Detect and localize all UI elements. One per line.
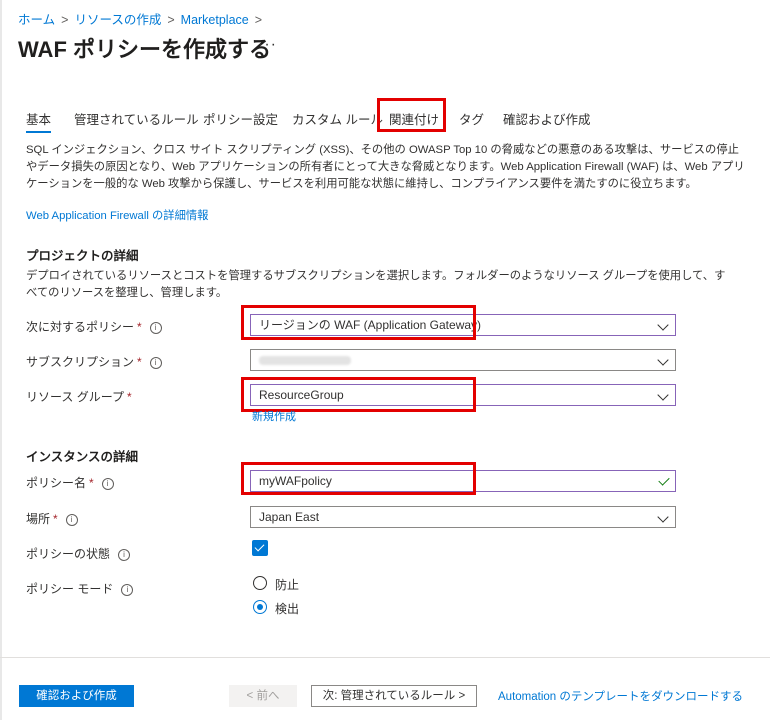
resource-group-label-text: リソース グループ [26,390,125,404]
valid-check-icon [658,474,670,486]
policy-name-label-text: ポリシー名 [26,476,87,490]
breadcrumb-separator: > [61,13,69,27]
required-marker: * [127,390,132,404]
highlight-box-policy-for [241,305,476,340]
left-border [0,0,2,720]
mode-prevention-radio[interactable] [253,576,267,590]
info-icon[interactable]: i [101,478,114,490]
policy-mode-label: ポリシー モード i [26,580,134,597]
info-icon[interactable]: i [149,322,162,334]
info-icon[interactable]: i [149,357,162,369]
tab-basics[interactable]: 基本 [26,109,52,133]
required-marker: * [53,512,58,526]
breadcrumb-marketplace[interactable]: Marketplace [181,13,249,27]
footer-divider [0,657,770,658]
create-new-resource-group-link[interactable]: 新規作成 [252,408,296,424]
next-managed-rules-button[interactable]: 次: 管理されているルール > [311,685,477,707]
tab-managed-rules[interactable]: 管理されているルール [74,109,199,128]
location-label-text: 場所 [26,512,51,526]
highlight-box-resource-group [241,377,476,412]
download-template-link[interactable]: Automation のテンプレートをダウンロードする [498,688,743,704]
tab-tags[interactable]: タグ [459,109,484,128]
policy-state-label-text: ポリシーの状態 [26,547,111,561]
location-dropdown[interactable]: Japan East [250,506,676,528]
breadcrumb-home[interactable]: ホーム [18,13,55,27]
review-create-button[interactable]: 確認および作成 [19,685,134,707]
info-icon[interactable]: i [118,549,131,561]
required-marker: * [137,355,142,369]
chevron-down-icon [657,354,669,366]
subscription-dropdown[interactable] [250,349,676,371]
required-marker: * [137,320,142,334]
subscription-label-text: サブスクリプション [26,355,135,369]
highlight-box-association-tab [377,98,446,132]
info-icon[interactable]: i [65,514,78,526]
page-title: WAF ポリシーを作成する [18,37,271,62]
breadcrumb-separator: > [167,13,175,27]
breadcrumb: ホーム > リソースの作成 > Marketplace > [18,9,268,28]
subscription-label: サブスクリプション * i [26,353,162,370]
more-options-icon[interactable]: ··· [258,36,277,54]
highlight-box-policy-name [241,462,476,495]
project-details-description: デプロイされているリソースとコストを管理するサブスクリプションを選択します。フォ… [26,270,726,299]
location-label: 場所 * i [26,510,78,527]
project-details-heading: プロジェクトの詳細 [26,249,139,263]
mode-prevention-label[interactable]: 防止 [275,576,299,593]
chevron-down-icon [657,511,669,523]
tab-review-create[interactable]: 確認および作成 [503,109,591,128]
policy-state-checkbox[interactable] [252,540,268,556]
info-icon[interactable]: i [121,584,134,596]
policy-mode-label-text: ポリシー モード [26,582,114,596]
breadcrumb-separator: > [254,13,263,27]
breadcrumb-create-resource[interactable]: リソースの作成 [74,13,161,27]
instance-details-heading: インスタンスの詳細 [26,450,139,464]
mode-detection-label[interactable]: 検出 [275,600,299,617]
mode-detection-radio[interactable] [253,600,267,614]
policy-for-label: 次に対するポリシー * i [26,318,162,335]
location-value: Japan East [259,510,320,524]
tab-policy-settings[interactable]: ポリシー設定 [203,109,278,128]
waf-learn-more-link[interactable]: Web Application Firewall の詳細情報 [26,207,208,223]
tab-custom-rules[interactable]: カスタム ルール [292,109,383,128]
intro-description: SQL インジェクション、クロス サイト スクリプティング (XSS)、その他の… [26,144,745,190]
policy-state-label: ポリシーの状態 i [26,545,131,562]
previous-button[interactable]: < 前へ [229,685,297,707]
chevron-down-icon [657,389,669,401]
policy-name-label: ポリシー名 * i [26,474,114,491]
resource-group-label: リソース グループ * [26,388,132,405]
required-marker: * [89,476,94,490]
policy-for-label-text: 次に対するポリシー [26,320,135,334]
subscription-value-redacted [259,356,351,366]
chevron-down-icon [657,319,669,331]
